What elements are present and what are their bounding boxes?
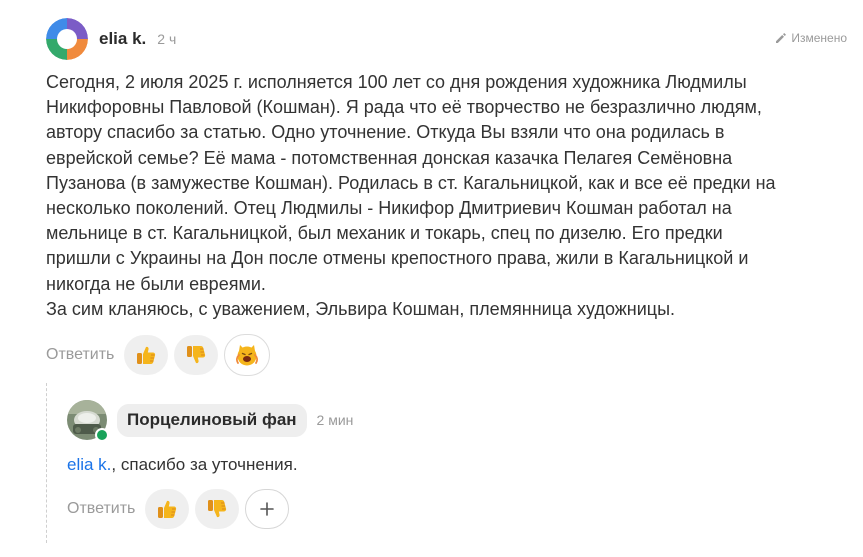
comment-line: Никифоровны Павловой (Кошман). Я рада чт… — [46, 97, 762, 118]
author-name[interactable]: elia k. — [99, 29, 146, 49]
comment-header: elia k. 2 ч — [46, 18, 176, 60]
comment-thread: elia k. 2 ч Изменено Сегодня, 2 июля 202… — [0, 0, 863, 557]
reply-body: elia k., спасибо за уточнения. — [67, 454, 298, 476]
pencil-icon — [776, 33, 787, 43]
like-button[interactable] — [145, 489, 190, 529]
cat-reaction-button[interactable] — [224, 334, 271, 376]
mention-link[interactable]: elia k. — [67, 455, 111, 474]
thumbs-up-icon — [137, 346, 156, 364]
comment-body: Сегодня, 2 июля 2025 г. исполняется 100 … — [46, 70, 846, 322]
comment-line: еврейской семье? Её мама - потомственная… — [46, 147, 733, 168]
edited-label: Изменено — [791, 31, 847, 45]
edited-indicator: Изменено — [775, 31, 847, 45]
reply-button[interactable]: Ответить — [46, 346, 114, 364]
dislike-button[interactable] — [195, 489, 240, 529]
comment-line: никогда не были евреями. — [46, 273, 266, 294]
comment-line: За сим кланяюсь, с уважением, Эльвира Ко… — [46, 298, 676, 319]
thumbs-up-icon — [158, 500, 177, 518]
like-button[interactable] — [124, 335, 169, 375]
comment-line: пришли с Украины на Дон после отмены кре… — [46, 248, 749, 269]
reply-author-name[interactable]: Порцелиновый фан — [117, 403, 307, 437]
thread-line — [46, 383, 47, 543]
comment-actions: Ответить — [46, 334, 276, 376]
comment-line: мельнице в ст. Кагальницкой, был механик… — [46, 223, 723, 244]
cat-emoji-icon — [236, 345, 259, 366]
add-reaction-button[interactable] — [245, 489, 290, 529]
comment-line: Пузанова (в замужестве Кошман). Родилась… — [46, 172, 776, 193]
dislike-button[interactable] — [174, 335, 219, 375]
avatar[interactable] — [46, 18, 88, 60]
comment-line: Сегодня, 2 июля 2025 г. исполняется 100 … — [46, 72, 747, 92]
reply-header: Порцелиновый фан 2 мин — [67, 400, 354, 442]
thumbs-down-icon — [187, 346, 206, 364]
reply-button[interactable]: Ответить — [67, 500, 135, 518]
comment-line: автору спасибо за статью. Одно уточнение… — [46, 122, 725, 143]
reply-timestamp: 2 мин — [316, 412, 354, 428]
reply-avatar[interactable] — [67, 400, 109, 442]
avatar-image — [46, 18, 88, 60]
reply-actions: Ответить — [67, 489, 290, 529]
reply-text: , спасибо за уточнения. — [111, 455, 298, 474]
thumbs-down-icon — [208, 500, 227, 518]
plus-icon — [260, 502, 275, 516]
comment-timestamp: 2 ч — [157, 31, 177, 47]
online-indicator — [95, 428, 109, 442]
comment-line: несколько поколений. Отец Людмилы - Ники… — [46, 198, 732, 219]
